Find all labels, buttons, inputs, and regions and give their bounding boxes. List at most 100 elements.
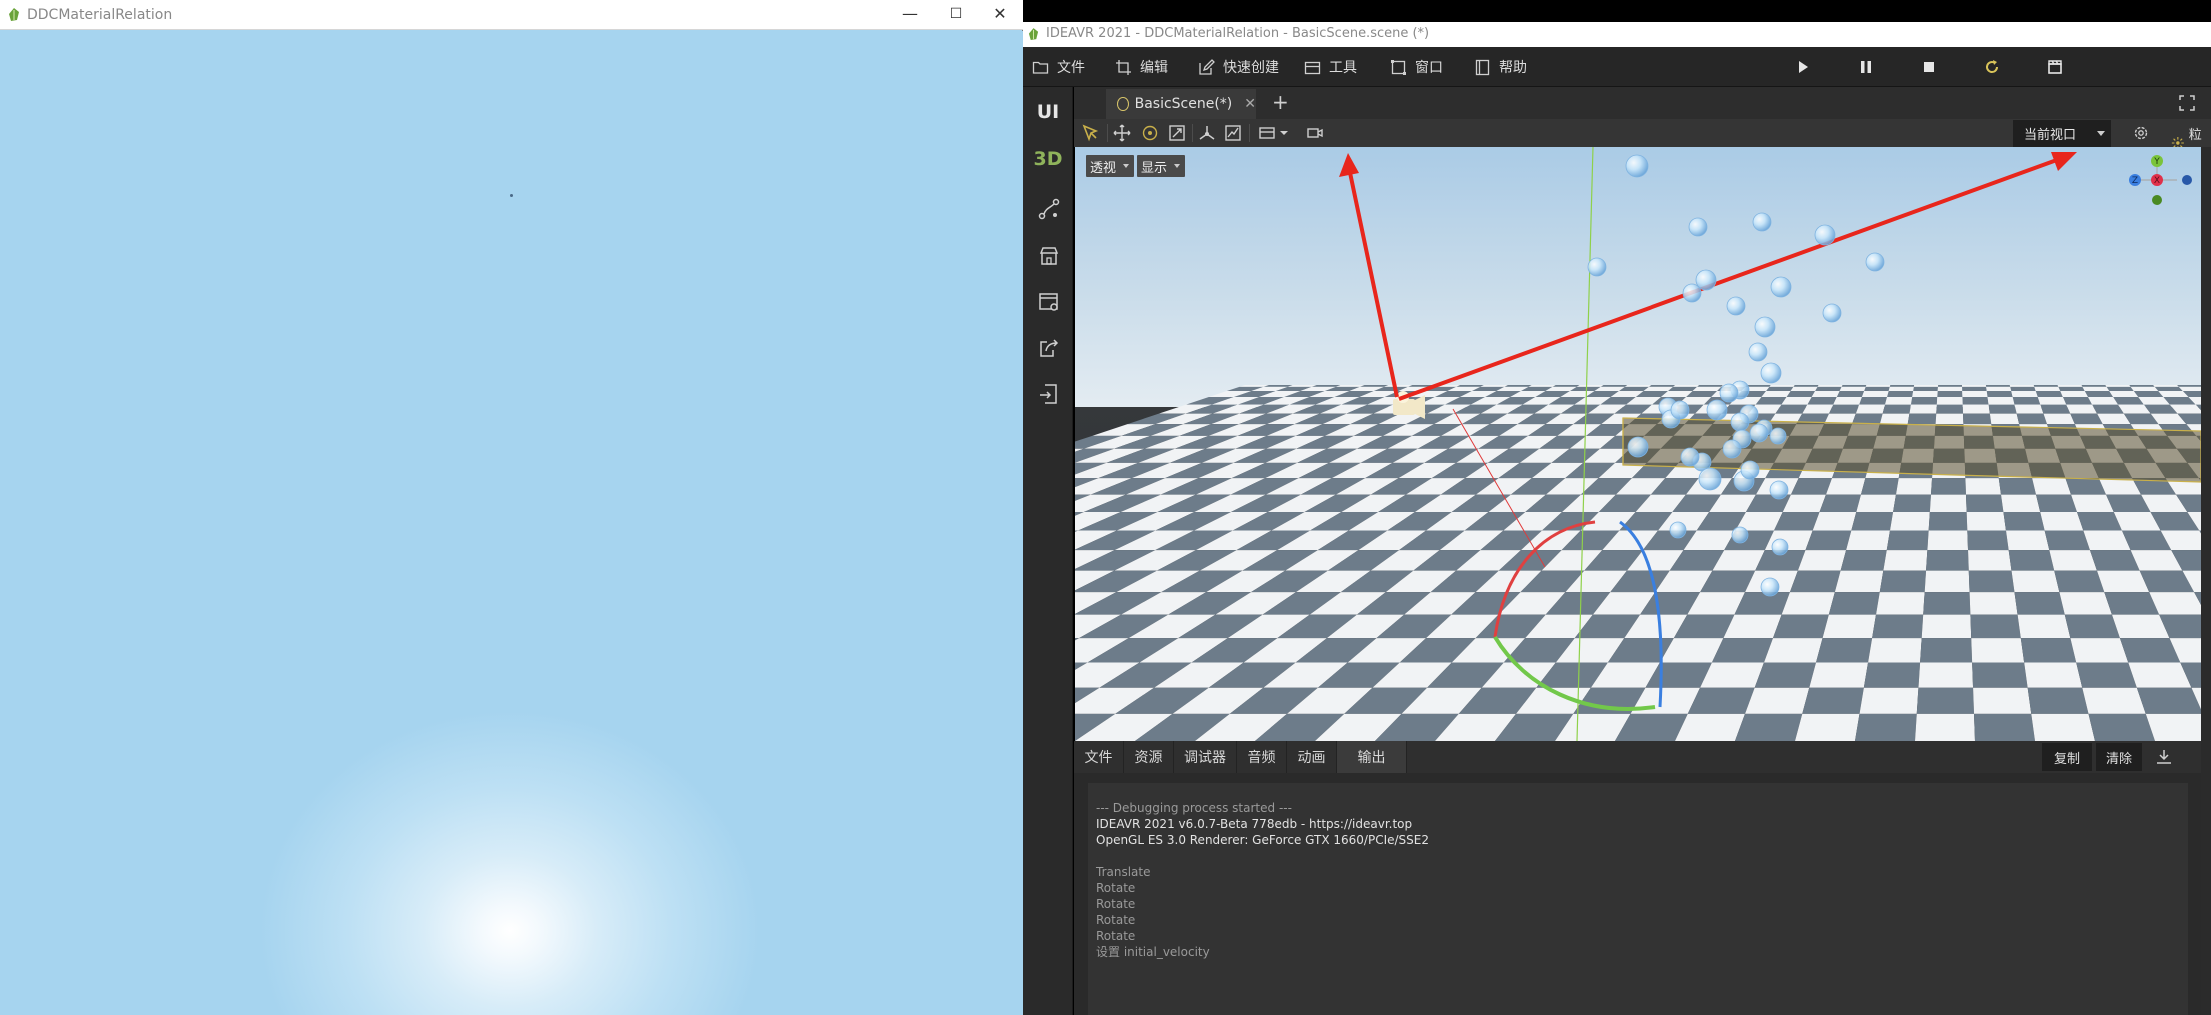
- floor-tile: [2066, 404, 2098, 414]
- particle-bubble: [1771, 538, 1789, 556]
- tab-animation[interactable]: 动画: [1287, 741, 1337, 773]
- particle-bubble: [1731, 526, 1749, 544]
- menu-help[interactable]: 帮助: [1474, 57, 1527, 77]
- menu-window[interactable]: 窗口: [1390, 57, 1443, 77]
- floor-tile: [1986, 391, 2013, 398]
- particle-bubble: [1769, 427, 1787, 445]
- floor-tile: [1972, 662, 2028, 688]
- floor-tile: [1745, 385, 1771, 387]
- floor-tile: [1456, 385, 1484, 387]
- gear-icon[interactable]: [2132, 124, 2150, 142]
- floor-tile: [1913, 386, 1938, 392]
- floor-tile: [1811, 391, 1840, 398]
- floor-tile: [1907, 413, 1937, 425]
- svg-text:Z: Z: [2132, 176, 2138, 186]
- floor-tile: [1937, 385, 1963, 387]
- scene-viewport[interactable]: 透视 显示 Y Z X: [1075, 147, 2201, 741]
- camera-icon[interactable]: [1306, 124, 1324, 142]
- pause-icon[interactable]: [1857, 58, 1875, 76]
- particle-bubble: [1749, 423, 1769, 443]
- floor-tile: [2014, 404, 2044, 414]
- sky-render-canvas[interactable]: [0, 31, 1023, 1015]
- play-icon[interactable]: [1794, 58, 1812, 76]
- copy-button[interactable]: 复制: [2042, 743, 2092, 771]
- close-button[interactable]: ✕: [977, 0, 1023, 30]
- scale-icon[interactable]: [1168, 124, 1186, 142]
- floor-tile: [1860, 478, 1899, 495]
- floor-tile: [1828, 592, 1880, 615]
- menu-file[interactable]: 文件: [1032, 57, 1085, 77]
- import-document-icon[interactable]: [1038, 383, 1060, 405]
- console-line: Rotate: [1096, 913, 1136, 927]
- floor-tile: [1916, 687, 1975, 714]
- orientation-gizmo[interactable]: Y Z X: [2119, 153, 2195, 209]
- 3d-mode-button[interactable]: 3D: [1023, 148, 1073, 170]
- store-icon[interactable]: [1038, 245, 1060, 267]
- move-icon[interactable]: [1113, 124, 1131, 142]
- floor-tile: [1851, 413, 1883, 425]
- chevron-down-icon: [2097, 131, 2105, 136]
- floor-tile: [2070, 638, 2129, 663]
- floor-tile: [2003, 512, 2045, 531]
- menu-tools[interactable]: 工具: [1304, 57, 1357, 77]
- console-line: Rotate: [1096, 929, 1136, 943]
- tab-output[interactable]: 输出: [1337, 741, 1407, 773]
- output-console[interactable]: --- Debugging process started --- IDEAVR…: [1088, 783, 2188, 1015]
- tab-audio[interactable]: 音频: [1237, 741, 1287, 773]
- tab-debugger[interactable]: 调试器: [1174, 741, 1237, 773]
- pivot-axes-icon[interactable]: [1198, 124, 1216, 142]
- minimize-button[interactable]: —: [887, 0, 933, 30]
- maximize-button[interactable]: ☐: [933, 0, 979, 30]
- floor-tile: [1754, 662, 1817, 688]
- floor-tile: [2084, 391, 2114, 398]
- viewport-toolbar: 当前视口 粒子: [1074, 119, 2211, 162]
- floor-tile: [2043, 413, 2075, 425]
- ui-mode-button[interactable]: UI: [1023, 101, 1073, 123]
- layout-icon[interactable]: [1258, 124, 1276, 142]
- browser-settings-icon[interactable]: [1038, 291, 1060, 313]
- floor-tile: [2064, 614, 2120, 639]
- floor-tile: [2081, 385, 2107, 387]
- floor-tile: [1910, 397, 1938, 405]
- download-icon[interactable]: [2155, 749, 2173, 765]
- floor-tile: [1600, 385, 1628, 387]
- layout-dropdown-icon[interactable]: [1275, 124, 1293, 142]
- tab-file[interactable]: 文件: [1074, 741, 1124, 773]
- reload-icon[interactable]: [1983, 58, 2001, 76]
- tab-resources[interactable]: 资源: [1124, 741, 1174, 773]
- menu-edit[interactable]: 编辑: [1115, 57, 1168, 77]
- floor-tile: [1802, 687, 1864, 714]
- export-icon[interactable]: [1038, 337, 1060, 359]
- floor-tile: [1781, 592, 1835, 615]
- floor-tile: [1781, 397, 1812, 405]
- floor-tile: [1841, 385, 1867, 387]
- close-tab-icon[interactable]: ✕: [1244, 96, 1256, 112]
- add-tab-button[interactable]: +: [1272, 90, 1289, 114]
- floor-tile: [1918, 662, 1974, 688]
- viewport-select[interactable]: 当前视口: [2013, 120, 2111, 147]
- tab-label: BasicScene(*): [1134, 96, 1233, 112]
- tab-basic-scene[interactable]: BasicScene(*) ✕: [1106, 89, 1256, 119]
- floor-tile: [1763, 638, 1823, 663]
- floor-tile: [2033, 385, 2059, 387]
- clear-button[interactable]: 清除: [2096, 743, 2142, 771]
- floor-tile: [1989, 413, 2020, 425]
- rotate-icon[interactable]: [1141, 124, 1159, 142]
- menu-quick-create[interactable]: 快速创建: [1198, 57, 1279, 77]
- node-graph-icon[interactable]: [1038, 198, 1060, 220]
- edit-icon: [1199, 58, 1215, 75]
- fullscreen-icon[interactable]: [2179, 95, 2195, 111]
- viewport-scrollbar[interactable]: [2201, 147, 2211, 1015]
- select-cursor-icon[interactable]: [1082, 124, 1100, 142]
- floor-tile: [1761, 391, 1791, 398]
- floor-tile: [2012, 397, 2041, 405]
- perspective-dropdown[interactable]: 透视: [1086, 155, 1135, 177]
- stop-icon[interactable]: [1920, 58, 1938, 76]
- snap-icon[interactable]: [1224, 124, 1242, 142]
- floor-tile: [1921, 614, 1972, 639]
- clapperboard-icon[interactable]: [2046, 58, 2064, 76]
- floor-tile: [1809, 662, 1869, 688]
- display-dropdown[interactable]: 显示: [1137, 155, 1186, 177]
- floor-tile: [1962, 386, 1987, 392]
- bottom-tab-bar: 文件 资源 调试器 音频 动画 输出 复制 清除: [1074, 741, 2201, 773]
